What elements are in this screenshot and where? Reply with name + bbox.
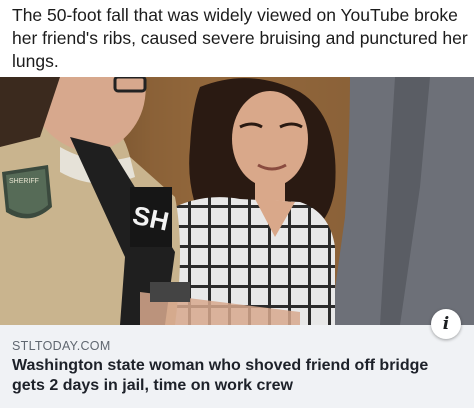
courtroom-photo-illustration: SH SHERIFF	[0, 77, 474, 325]
facebook-post: The 50-foot fall that was widely viewed …	[0, 0, 474, 408]
post-caption: The 50-foot fall that was widely viewed …	[12, 5, 468, 71]
news-photo[interactable]: SH SHERIFF	[0, 77, 474, 325]
info-icon: i	[442, 313, 450, 334]
link-preview-card[interactable]: STLTODAY.COM Washington state woman who …	[0, 325, 474, 408]
sheriff-patch-text: SHERIFF	[9, 178, 39, 185]
link-headline[interactable]: Washington state woman who shoved friend…	[12, 356, 464, 396]
info-button[interactable]: i	[431, 309, 461, 339]
link-source: STLTODAY.COM	[12, 339, 111, 353]
